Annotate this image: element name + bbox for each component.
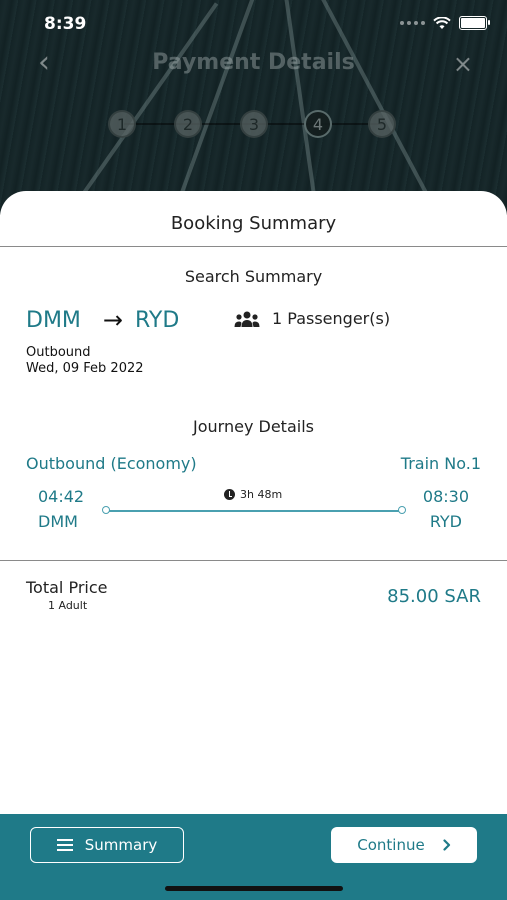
total-price-label: Total Price	[26, 578, 108, 597]
duration: 3h 48m	[224, 488, 282, 501]
page-title: Payment Details	[152, 50, 355, 75]
passenger-count: 1 Passenger(s)	[234, 309, 390, 328]
train-number: Train No.1	[400, 454, 481, 473]
arrive-station: RYD	[429, 512, 462, 531]
journey-timeline	[102, 506, 406, 514]
close-button[interactable]: ×	[453, 50, 473, 78]
route: DMM → RYD	[26, 306, 179, 334]
total-price-value: 85.00 SAR	[387, 586, 481, 607]
continue-button[interactable]: Continue	[331, 827, 477, 863]
battery-icon	[459, 16, 490, 30]
duration-label: 3h 48m	[240, 488, 283, 501]
progress-stepper: 1 2 3 4 5	[108, 110, 400, 138]
journey-details-title: Journey Details	[193, 417, 314, 436]
step-1: 1	[108, 110, 136, 138]
step-2: 2	[174, 110, 202, 138]
step-5: 5	[368, 110, 396, 138]
arrow-right-icon: →	[102, 306, 124, 334]
destination-code: RYD	[135, 307, 180, 333]
booking-summary-sheet: Booking Summary Search Summary DMM → RYD…	[0, 191, 507, 900]
travel-date: Wed, 09 Feb 2022	[26, 361, 144, 376]
status-bar: 8:39	[0, 12, 507, 40]
home-indicator	[165, 886, 343, 891]
depart-station: DMM	[38, 512, 78, 531]
step-3: 3	[240, 110, 268, 138]
total-price-sub: 1 Adult	[48, 599, 88, 612]
summary-button-label: Summary	[84, 836, 158, 854]
outbound-info: Outbound Wed, 09 Feb 2022	[26, 345, 144, 377]
timeline-start-dot	[102, 506, 110, 514]
divider	[0, 246, 507, 247]
signal-icon	[400, 21, 425, 25]
chevron-right-icon	[443, 839, 450, 851]
arrive-time: 08:30	[422, 487, 469, 506]
timeline-end-dot	[398, 506, 406, 514]
passenger-label: 1 Passenger(s)	[272, 309, 391, 328]
summary-button[interactable]: Summary	[30, 827, 184, 863]
depart-time: 04:42	[38, 487, 85, 506]
divider	[0, 560, 507, 561]
search-summary-title: Search Summary	[184, 267, 323, 286]
sheet-title: Booking Summary	[170, 213, 337, 234]
status-time: 8:39	[44, 14, 87, 34]
wifi-icon	[433, 16, 451, 29]
people-icon	[234, 311, 260, 327]
menu-icon	[56, 839, 73, 851]
top-nav: ‹ Payment Details ×	[0, 46, 507, 82]
bottom-action-bar: Summary Continue	[0, 814, 507, 900]
journey-class: Outbound (Economy)	[26, 454, 197, 473]
direction-label: Outbound	[26, 345, 91, 360]
continue-button-label: Continue	[357, 836, 425, 854]
step-4: 4	[304, 110, 332, 138]
origin-code: DMM	[26, 307, 81, 333]
clock-icon	[224, 489, 235, 500]
